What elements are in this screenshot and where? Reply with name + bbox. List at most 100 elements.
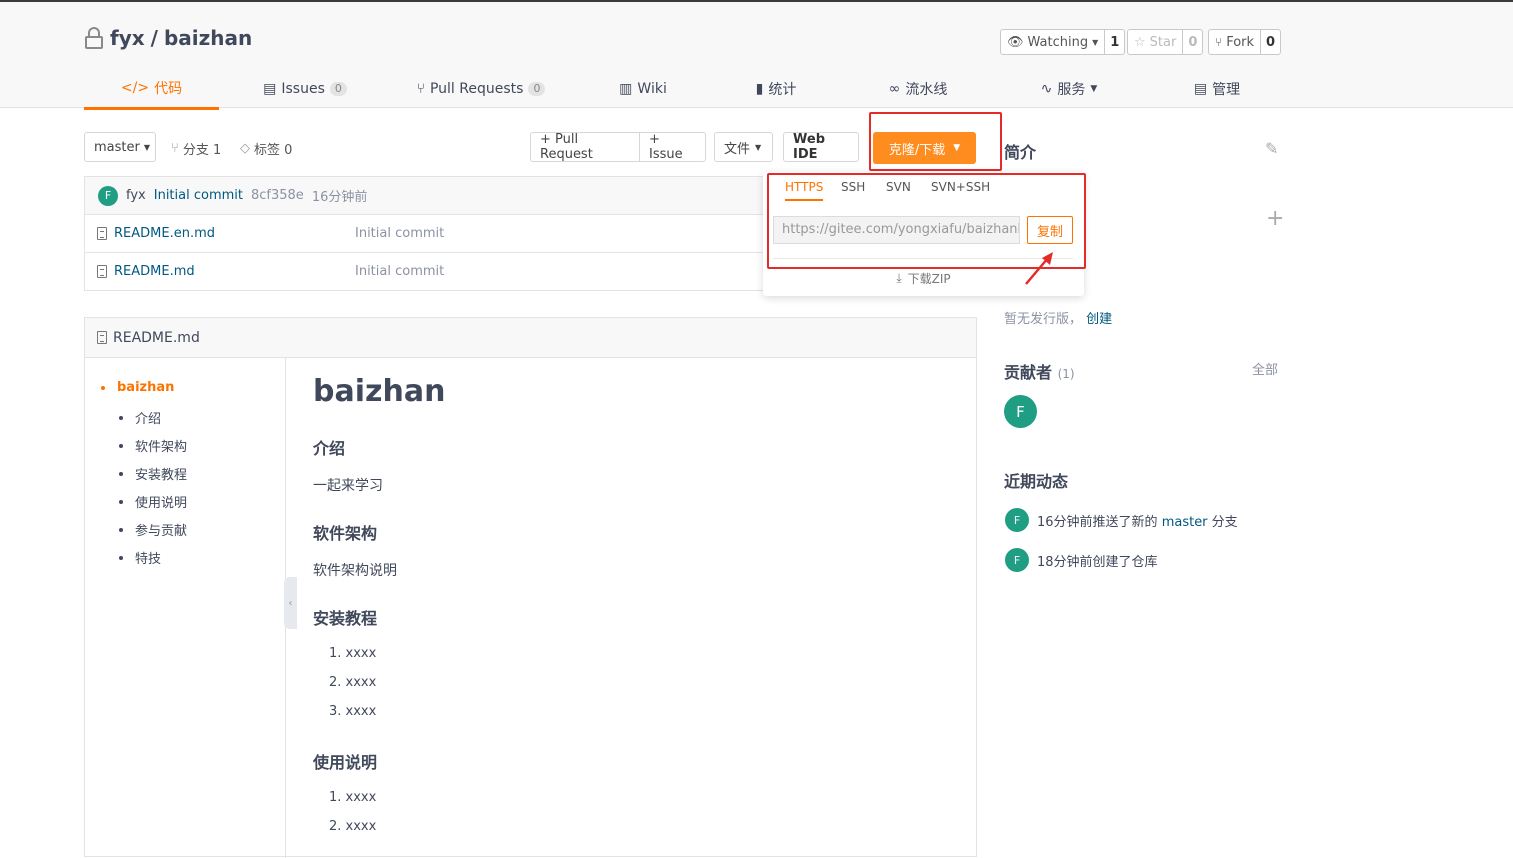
toc-item[interactable]: 介绍 [119, 408, 161, 427]
toc-item-label: 特技 [135, 552, 162, 567]
new-pull-request-button[interactable]: + Pull Request [530, 132, 640, 162]
file-link[interactable]: README.md [85, 264, 355, 279]
file-link[interactable]: README.en.md [85, 226, 355, 241]
file-row: README.en.md Initial commit [84, 215, 774, 253]
activity-item: F 18分钟前创建了仓库 [1005, 548, 1158, 572]
readme-paragraph: 一起来学习 [313, 478, 383, 494]
file-commit-message[interactable]: Initial commit [355, 264, 444, 279]
edit-icon[interactable]: ✎ [1265, 139, 1278, 158]
tags-label: 标签 0 [254, 143, 293, 158]
activity-text: 18分钟前创建了仓库 [1037, 554, 1158, 570]
readme-list-item: 2. xxxx [329, 675, 377, 690]
toc-collapse-handle[interactable]: ‹ [284, 577, 297, 629]
wiki-icon: ▥ [619, 81, 633, 97]
tag-icon: ◇ [240, 141, 250, 156]
watch-label: Watching [1027, 34, 1089, 50]
fork-button[interactable]: ⑂ Fork 0 [1208, 29, 1282, 55]
tab-services[interactable]: ∿ 服务 ▼ [1036, 68, 1102, 110]
highlight-box-clone [869, 112, 1002, 171]
tab-pull-requests[interactable]: ⑂ Pull Requests 0 [416, 68, 546, 110]
manage-icon: ▤ [1193, 81, 1208, 97]
web-ide-button[interactable]: Web IDE [783, 132, 859, 162]
file-icon [97, 331, 107, 344]
readme-filename: README.md [113, 329, 200, 346]
file-commit-message[interactable]: Initial commit [355, 226, 444, 241]
file-row: README.md Initial commit [84, 253, 774, 291]
readme-header: README.md [85, 318, 976, 358]
tab-stats[interactable]: ▮ 统计 [751, 68, 801, 110]
readme-heading: 介绍 [313, 439, 346, 458]
lock-icon [84, 26, 104, 50]
tab-services-label: 服务 [1057, 82, 1086, 98]
repo-owner-link[interactable]: fyx [110, 26, 145, 50]
plus-icon[interactable]: + [1266, 206, 1284, 231]
activity-text: 16分钟前推送了新的 [1037, 514, 1158, 530]
contributors-count: (1) [1057, 367, 1075, 381]
tags-link[interactable]: ◇ 标签 0 [240, 139, 292, 158]
repo-title: fyx / baizhan [84, 26, 252, 50]
toc-item[interactable]: 安装教程 [119, 464, 187, 483]
chart-icon: ▮ [755, 81, 764, 97]
commit-author-avatar[interactable]: F [98, 185, 118, 206]
star-button[interactable]: ☆ Star 0 [1127, 29, 1204, 55]
contributor-avatar[interactable]: F [1004, 395, 1037, 428]
tab-pipeline[interactable]: ∞ 流水线 [886, 68, 950, 110]
commit-time: 16分钟前 [311, 190, 368, 205]
create-release-link[interactable]: 创建 [1086, 312, 1112, 327]
commit-message-link[interactable]: Initial commit [154, 188, 243, 203]
activity-item: F 16分钟前推送了新的 master 分支 [1005, 508, 1238, 532]
activity-avatar[interactable]: F [1005, 508, 1029, 532]
toc-item[interactable]: 使用说明 [119, 492, 187, 511]
toc-item-label: 软件架构 [135, 440, 188, 455]
toc-item[interactable]: 特技 [119, 548, 161, 567]
commit-hash[interactable]: 8cf358e [251, 188, 304, 203]
tab-manage-label: 管理 [1212, 82, 1241, 98]
fork-count[interactable]: 0 [1260, 30, 1280, 54]
chevron-down-icon: ▼ [755, 142, 762, 152]
chevron-left-icon: ‹ [288, 597, 293, 609]
tab-wiki[interactable]: ▥ Wiki [618, 68, 668, 110]
commit-author[interactable]: fyx [126, 188, 146, 203]
tab-pipeline-label: 流水线 [905, 82, 948, 98]
new-issue-button[interactable]: + Issue [639, 132, 706, 162]
tab-manage[interactable]: ▤ 管理 [1192, 68, 1242, 110]
tab-stats-label: 统计 [768, 82, 797, 98]
readme-list-item: 3. xxxx [329, 704, 377, 719]
release-text: 暂无发行版， [1004, 312, 1083, 327]
toc-item[interactable]: 参与贡献 [119, 520, 187, 539]
readme-list-item: 2. xxxx [329, 819, 377, 834]
download-zip-label: 下载ZIP [907, 272, 951, 286]
watch-count[interactable]: 1 [1104, 30, 1124, 54]
readme-list-item: 1. xxxx [329, 646, 377, 661]
tab-issues[interactable]: ▤ Issues 0 [260, 68, 350, 110]
toc-item[interactable]: 软件架构 [119, 436, 187, 455]
activity-avatar[interactable]: F [1005, 548, 1029, 572]
pull-request-icon: ⑂ [416, 81, 425, 97]
toc-item-label: 介绍 [135, 412, 162, 427]
tab-code[interactable]: </> 代码 [84, 68, 219, 110]
file-icon [97, 265, 107, 278]
eye-icon: 👁 [1007, 34, 1024, 50]
release-info: 暂无发行版， 创建 [1004, 308, 1112, 327]
readme-panel: README.md baizhan 介绍 软件架构 安装教程 使用说明 参与贡献… [84, 317, 977, 858]
readme-paragraph: 软件架构说明 [313, 563, 397, 579]
file-name: README.md [114, 264, 195, 279]
all-contributors-link[interactable]: 全部 [1252, 359, 1278, 378]
toc-item[interactable]: baizhan [101, 380, 174, 395]
star-label: Star [1149, 34, 1177, 50]
watch-button[interactable]: 👁 Watching ▼ 1 [1000, 29, 1126, 55]
file-menu-button[interactable]: 文件 ▼ [714, 132, 773, 162]
chevron-down-icon: ▼ [143, 142, 150, 152]
toc-item-label: baizhan [117, 380, 175, 395]
branches-label: 分支 1 [182, 143, 222, 158]
branch-select[interactable]: master ▼ [84, 132, 156, 162]
tab-issues-label: Issues [281, 81, 325, 97]
star-count[interactable]: 0 [1182, 30, 1202, 54]
branches-link[interactable]: ⑂ 分支 1 [171, 139, 221, 158]
branch-link[interactable]: master [1162, 515, 1208, 530]
pulls-count-badge: 0 [528, 82, 546, 96]
fork-icon: ⑂ [1215, 35, 1223, 49]
chevron-down-icon: ▼ [1092, 37, 1099, 47]
readme-list-item: 1. xxxx [329, 790, 377, 805]
repo-name-link[interactable]: baizhan [164, 26, 252, 50]
